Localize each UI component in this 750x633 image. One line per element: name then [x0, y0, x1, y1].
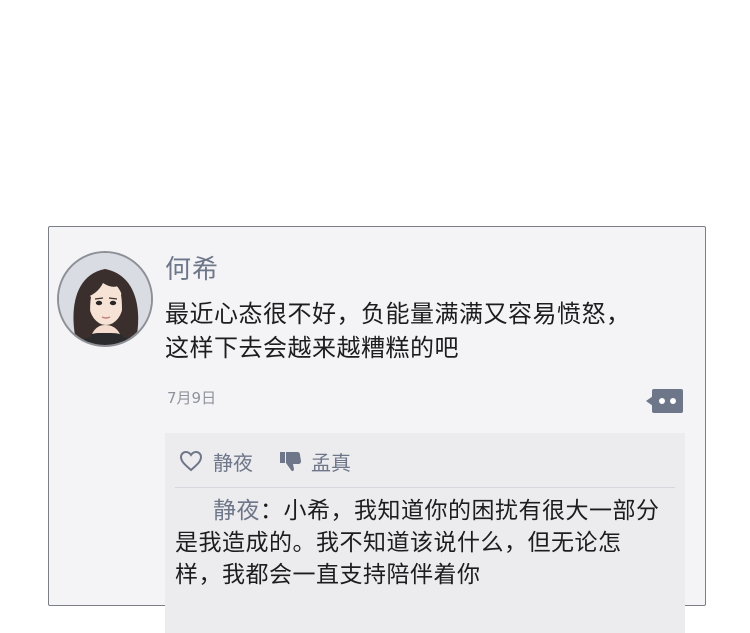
post-content: 最近心态很不好，负能量满满又容易愤怒， 这样下去会越来越糟糕的吧: [165, 297, 695, 365]
post-date: 7月9日: [167, 389, 217, 407]
post-content-line-2: 这样下去会越来越糟糕的吧: [165, 334, 459, 362]
interactions-panel: 静夜 孟真 静夜：小希，我知道你的困扰有很大一部分是我造成的。我不知道该说什么，…: [165, 433, 685, 633]
post-content-line-1: 最近心态很不好，负能量满满又容易愤怒，: [165, 300, 631, 328]
reactions-row: 静夜 孟真: [179, 445, 351, 477]
reply-item: 静夜：小希，我知道你的困扰有很大一部分是我造成的。我不知道该说什么，但无论怎样，…: [175, 495, 667, 591]
dislike-user-name[interactable]: 孟真: [311, 447, 351, 476]
post-author-name[interactable]: 何希: [165, 249, 219, 286]
heart-icon[interactable]: [179, 450, 203, 472]
comment-bubble-icon: [646, 389, 683, 413]
comment-button[interactable]: [646, 387, 684, 415]
like-user-name[interactable]: 静夜: [213, 447, 253, 476]
thumbs-down-icon[interactable]: [279, 449, 303, 473]
divider: [175, 487, 675, 488]
post-card: 何希 最近心态很不好，负能量满满又容易愤怒， 这样下去会越来越糟糕的吧 7月9日…: [48, 226, 706, 633]
avatar[interactable]: [57, 251, 153, 347]
reply-author-name[interactable]: 静夜: [213, 498, 260, 524]
